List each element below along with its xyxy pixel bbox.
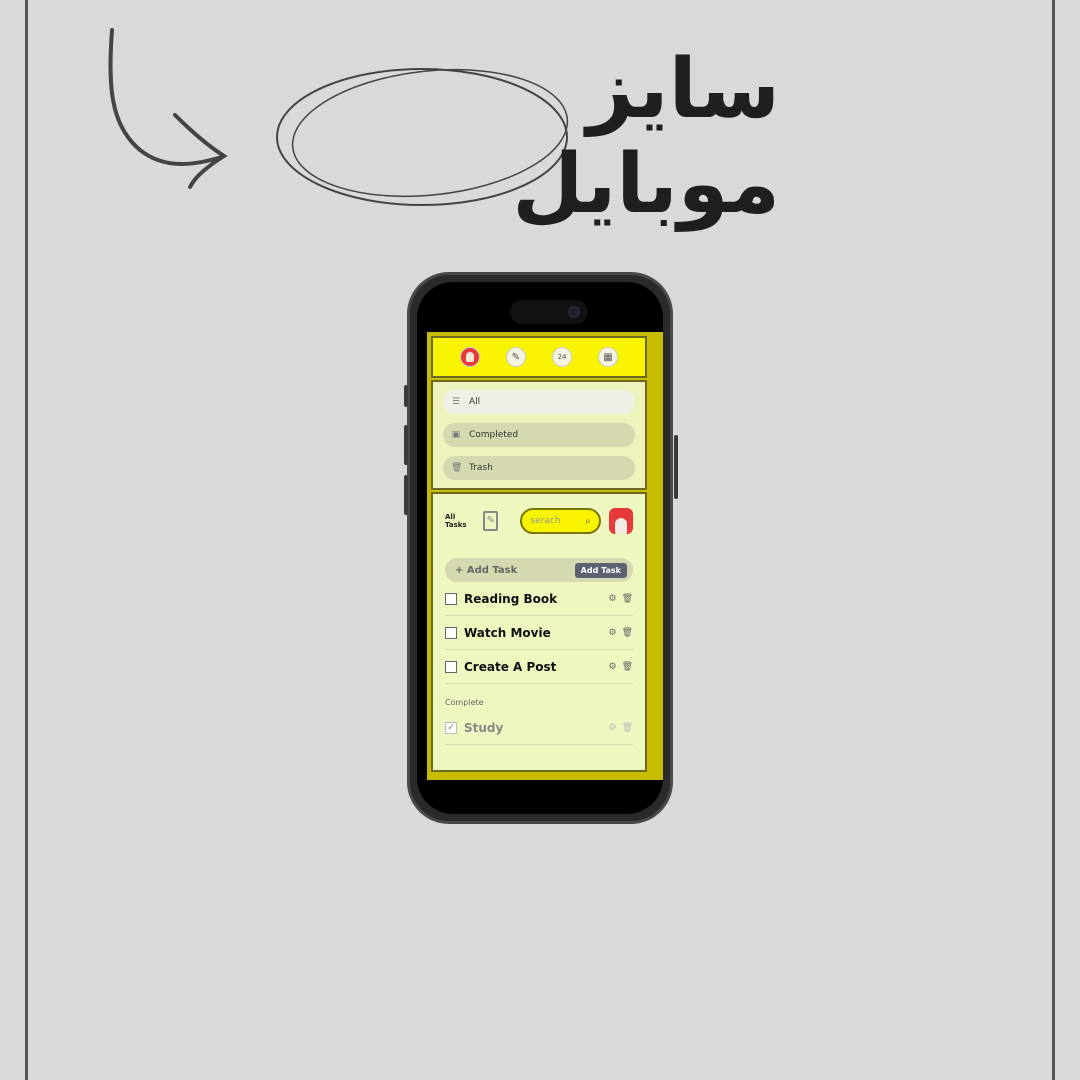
task-actions: ⚙ 🗑 bbox=[608, 594, 633, 604]
delete-icon[interactable]: 🗑 bbox=[622, 628, 633, 638]
filter-completed[interactable]: ▣ Completed bbox=[443, 423, 635, 447]
calendar-icon[interactable]: 24 bbox=[552, 347, 572, 367]
edit-icon[interactable]: ⚙ bbox=[608, 723, 616, 733]
delete-icon[interactable]: 🗑 bbox=[622, 594, 633, 604]
task-checkbox-checked[interactable]: ✓ bbox=[445, 721, 457, 734]
phone-volume-down bbox=[404, 475, 408, 515]
task-actions: ⚙ 🗑 bbox=[608, 662, 633, 672]
edit-icon[interactable]: ⚙ bbox=[608, 628, 616, 638]
headline-text: سايز موبايل bbox=[512, 42, 780, 232]
completed-task-row: ✓ Study ⚙ 🗑 bbox=[445, 711, 633, 745]
delete-icon[interactable]: 🗑 bbox=[622, 662, 633, 672]
filter-trash[interactable]: 🗑 Trash bbox=[443, 456, 635, 480]
camera-icon bbox=[568, 306, 580, 318]
gallery-icon[interactable]: ▦ bbox=[598, 347, 618, 367]
filter-completed-label: Completed bbox=[469, 430, 519, 440]
phone-screen-bezel: ✎ 24 ▦ ☰ All ▣ Completed 🗑 Trash All Tas… bbox=[417, 282, 663, 814]
tasks-header: All Tasks ✎ serach ⌕ bbox=[445, 504, 633, 538]
headline: سايز موبايل bbox=[300, 42, 780, 232]
phone-side-button bbox=[404, 385, 408, 407]
app-screen: ✎ 24 ▦ ☰ All ▣ Completed 🗑 Trash All Tas… bbox=[427, 332, 663, 780]
trash-icon: 🗑 bbox=[451, 463, 463, 473]
edit-icon[interactable]: ⚙ bbox=[608, 662, 616, 672]
filter-panel: ☰ All ▣ Completed 🗑 Trash bbox=[431, 380, 647, 490]
task-actions: ⚙ 🗑 bbox=[608, 723, 633, 733]
search-icon[interactable]: ⌕ bbox=[585, 516, 591, 527]
search-input[interactable]: serach ⌕ bbox=[520, 508, 601, 534]
tasks-panel: All Tasks ✎ serach ⌕ + Add Task Add Task… bbox=[431, 492, 647, 772]
dynamic-island bbox=[510, 300, 588, 324]
edit-clipboard-icon[interactable]: ✎ bbox=[483, 511, 499, 531]
filter-trash-label: Trash bbox=[469, 463, 493, 473]
task-row: Watch Movie ⚙ 🗑 bbox=[445, 616, 633, 650]
task-label: Watch Movie bbox=[464, 625, 551, 640]
task-row: Reading Book ⚙ 🗑 bbox=[445, 582, 633, 616]
add-task-field[interactable]: + Add Task Add Task bbox=[445, 558, 633, 582]
search-placeholder: serach bbox=[530, 516, 561, 526]
edit-icon[interactable]: ⚙ bbox=[608, 594, 616, 604]
task-checkbox[interactable] bbox=[445, 592, 457, 605]
add-task-placeholder: + Add Task bbox=[455, 564, 518, 576]
avatar-icon[interactable] bbox=[460, 347, 480, 367]
left-border bbox=[25, 0, 28, 1080]
right-border bbox=[1052, 0, 1055, 1080]
curved-arrow-icon bbox=[108, 28, 228, 189]
task-label: Create A Post bbox=[464, 659, 557, 674]
task-label: Reading Book bbox=[464, 591, 558, 606]
task-checkbox[interactable] bbox=[445, 660, 457, 673]
task-checkbox[interactable] bbox=[445, 626, 457, 639]
complete-section-label: Complete bbox=[445, 698, 484, 707]
clipboard-icon[interactable]: ✎ bbox=[506, 347, 526, 367]
completed-icon: ▣ bbox=[451, 430, 461, 440]
delete-icon[interactable]: 🗑 bbox=[622, 723, 633, 733]
filter-all[interactable]: ☰ All bbox=[443, 390, 635, 414]
task-label: Study bbox=[464, 720, 504, 735]
user-avatar[interactable] bbox=[608, 508, 633, 534]
task-row: Create A Post ⚙ 🗑 bbox=[445, 650, 633, 684]
phone-mockup: ✎ 24 ▦ ☰ All ▣ Completed 🗑 Trash All Tas… bbox=[404, 272, 678, 824]
list-icon: ☰ bbox=[451, 397, 461, 407]
top-nav: ✎ 24 ▦ bbox=[431, 336, 647, 378]
phone-volume-up bbox=[404, 425, 408, 465]
task-actions: ⚙ 🗑 bbox=[608, 628, 633, 638]
filter-all-label: All bbox=[469, 397, 481, 407]
all-tasks-label: All Tasks bbox=[445, 513, 467, 529]
phone-power-button bbox=[674, 435, 678, 499]
add-task-button[interactable]: Add Task bbox=[574, 562, 627, 578]
